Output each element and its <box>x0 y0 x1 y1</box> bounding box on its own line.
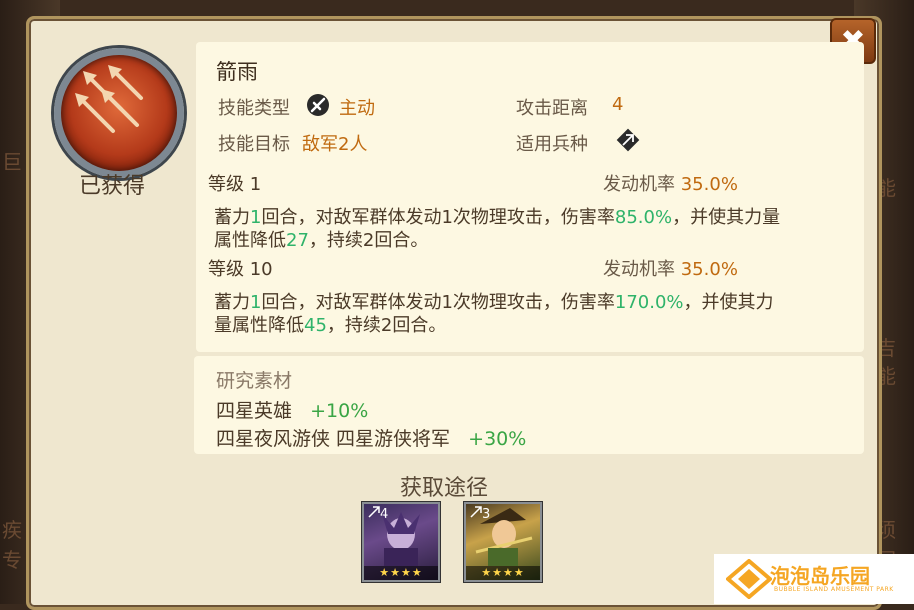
research-row: 四星英雄 +10% <box>216 396 368 423</box>
skill-name: 箭雨 <box>216 60 258 84</box>
level-description-line: 量属性降低45，持续2回合。 <box>214 315 447 336</box>
skill-type-value: 主动 <box>339 98 375 119</box>
research-row: 四星夜风游侠 四星游侠将军 +30% <box>216 424 526 451</box>
watermark-title: 泡泡岛乐园 <box>770 564 870 588</box>
acquire-title: 获取途径 <box>400 476 489 501</box>
attack-range-label: 攻击距离 <box>516 98 588 119</box>
unit-type-label: 适用兵种 <box>516 134 588 155</box>
hero-portrait <box>475 508 533 566</box>
research-title: 研究素材 <box>216 370 293 392</box>
skill-target-value: 敌军2人 <box>302 134 368 155</box>
watermark-subtitle: BUBBLE ISLAND AMUSEMENT PARK <box>774 586 894 593</box>
background-text: 专 <box>2 548 22 572</box>
trigger-rate: 发动机率 35.0% <box>603 174 738 195</box>
hero-stars: ★★★★ <box>364 566 438 580</box>
level-label: 等级 10 <box>208 259 273 280</box>
watermark-logo: 泡泡岛乐园 BUBBLE ISLAND AMUSEMENT PARK <box>714 554 914 604</box>
research-bonus: +30% <box>468 428 527 450</box>
hero-stars: ★★★★ <box>466 566 540 580</box>
skill-type-label: 技能类型 <box>218 98 290 119</box>
level-description-line: 属性降低27，持续2回合。 <box>214 230 429 251</box>
research-materials: 四星英雄 <box>216 400 293 422</box>
background-text: 巨 <box>2 150 22 174</box>
archer-icon <box>614 126 642 159</box>
active-skill-icon <box>305 92 331 123</box>
background-text: 疾 <box>2 518 22 542</box>
hero-portrait <box>382 512 420 566</box>
attack-range-value: 4 <box>612 94 624 115</box>
hero-card-ranger-general[interactable]: 3 ★★★★ <box>464 502 542 582</box>
hero-card-night-wind-ranger[interactable]: 4 ★★★★ <box>362 502 440 582</box>
diamond-logo-icon <box>726 559 772 599</box>
research-bonus: +10% <box>310 400 369 422</box>
skill-icon <box>54 48 184 178</box>
research-materials: 四星夜风游侠 四星游侠将军 <box>216 428 451 450</box>
skill-target-label: 技能目标 <box>218 134 290 155</box>
skill-status: 已获得 <box>78 174 145 199</box>
trigger-rate: 发动机率 35.0% <box>603 259 738 280</box>
arrow-rain-icon <box>75 65 143 133</box>
level-label: 等级 1 <box>208 174 262 195</box>
